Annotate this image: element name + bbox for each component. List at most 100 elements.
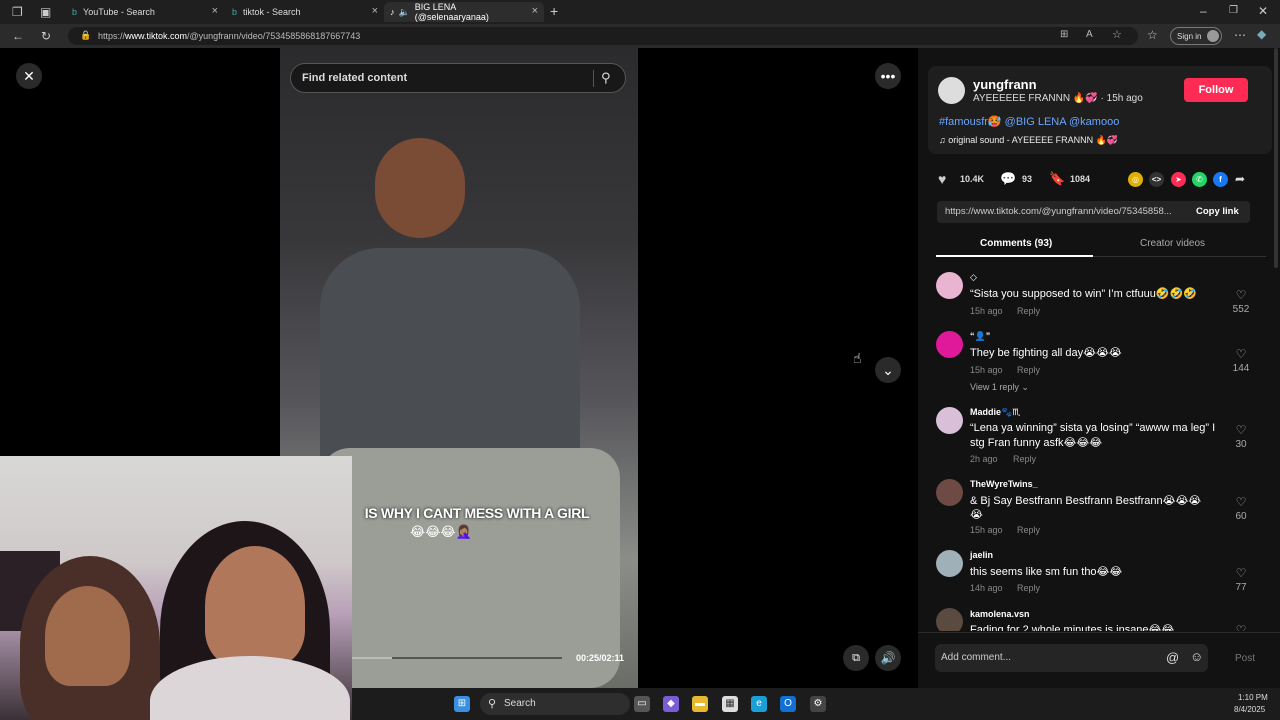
close-tab-icon[interactable]: × xyxy=(212,5,218,17)
tab-tiktok-search[interactable]: b tiktok - Search × xyxy=(226,2,384,22)
comment-input[interactable]: Add comment... @ ☺ xyxy=(935,644,1208,672)
copilot-icon[interactable]: ◆ xyxy=(663,696,679,712)
minimize-icon[interactable]: – xyxy=(1200,5,1207,17)
heart-icon[interactable]: ♡ xyxy=(1231,288,1251,302)
volume-button[interactable]: 🔊 xyxy=(875,645,901,671)
favorite-icon[interactable]: ☆ xyxy=(1112,28,1122,41)
tab-tiktok-video[interactable]: ♪ 🔈 BIG LENA (@selenaaryanaa) × xyxy=(384,2,544,22)
like-count: 10.4K xyxy=(960,174,985,184)
comment-reply-button[interactable]: Reply xyxy=(1017,365,1040,375)
comment-reply-button[interactable]: Reply xyxy=(1017,583,1040,593)
comment-username[interactable]: Maddie🐾♏ xyxy=(970,407,1020,418)
close-player-button[interactable]: ✕ xyxy=(16,63,42,89)
creator-subline: AYEEEEEE FRANNN 🔥💞 · 15h ago xyxy=(973,93,1143,104)
heart-icon[interactable]: ♡ xyxy=(1231,423,1251,437)
scrollbar[interactable] xyxy=(1274,48,1278,268)
comment-like-count: 552 xyxy=(1232,304,1250,315)
back-icon[interactable]: ← xyxy=(12,30,24,42)
comment-username[interactable]: kamolena.vsn xyxy=(970,609,1030,619)
store-icon[interactable]: ▦ xyxy=(722,696,738,712)
refresh-icon[interactable]: ↻ xyxy=(41,30,51,42)
comment-avatar[interactable] xyxy=(936,608,963,631)
maximize-icon[interactable]: ❐ xyxy=(1229,5,1238,17)
comment-text: this seems like sm fun tho😂😂 xyxy=(970,566,1123,578)
edge-icon[interactable]: e xyxy=(751,696,767,712)
creator-avatar[interactable] xyxy=(938,77,965,104)
post-hashtags[interactable]: #famousfr🥵 @BIG LENA @kamooo xyxy=(939,115,1119,128)
bookmark-icon[interactable]: 🔖 xyxy=(1049,171,1065,187)
comment-avatar[interactable] xyxy=(936,550,963,577)
gift-icon[interactable]: ◎ xyxy=(1128,172,1143,187)
audio-playing-icon[interactable]: 🔈 xyxy=(399,7,410,18)
video-progress-fill xyxy=(352,657,392,659)
share-icon[interactable]: ➦ xyxy=(1235,172,1245,186)
comments-list: ◇ “Sista you supposed to win” I’m ctfuuu… xyxy=(918,261,1280,631)
heart-icon[interactable]: ♥ xyxy=(938,171,946,187)
video-caption-emoji: 😂😂😂🤦🏽‍♀️ xyxy=(410,524,472,539)
read-aloud-icon[interactable]: A xyxy=(1086,29,1093,40)
tab-comments[interactable]: Comments (93) xyxy=(980,238,1052,249)
post-sound[interactable]: ♫ original sound - AYEEEEE FRANNN 🔥💞 xyxy=(939,135,1118,146)
comment-reply-button[interactable]: Reply xyxy=(1017,525,1040,535)
embed-icon[interactable]: <> xyxy=(1149,172,1164,187)
windows-icon[interactable]: ⊞ xyxy=(454,696,470,712)
copilot-icon[interactable]: ◆ xyxy=(1257,28,1266,40)
comment-username[interactable]: TheWyreTwins_ xyxy=(970,479,1038,489)
video-caption: IS WHY I CANT MESS WITH A GIRL xyxy=(364,505,590,521)
active-tab-underline xyxy=(936,255,1093,257)
comment-reply-button[interactable]: Reply xyxy=(1013,454,1036,464)
emoji-icon[interactable]: ☺ xyxy=(1190,649,1203,664)
comment-username[interactable]: “👤” xyxy=(970,331,990,342)
file-explorer-icon[interactable]: ▬ xyxy=(692,696,708,712)
outlook-icon[interactable]: O xyxy=(780,696,796,712)
tiktok-icon: ♪ xyxy=(390,7,395,17)
more-options-button[interactable]: ••• xyxy=(875,63,901,89)
facebook-icon[interactable]: f xyxy=(1213,172,1228,187)
creator-username[interactable]: yungfrann xyxy=(973,77,1037,92)
comment-avatar[interactable] xyxy=(936,479,963,506)
heart-icon[interactable]: ♡ xyxy=(1231,495,1251,509)
windows-taskbar: ⊞ ⚲ Search ▭ ◆ ▬ ▦ e O ⚙ 1:10 PM 8/4/202… xyxy=(352,688,1280,720)
favorites-icon[interactable]: ☆ xyxy=(1147,29,1158,41)
heart-icon[interactable]: ♡ xyxy=(1231,347,1251,361)
at-icon[interactable]: @ xyxy=(1166,650,1179,665)
comment-text: Fading for 2 whole minutes is insane😂😂 xyxy=(970,624,1175,631)
comment-icon[interactable]: 💬 xyxy=(1000,171,1016,187)
whatsapp-icon[interactable]: ✆ xyxy=(1192,172,1207,187)
tab-actions-icon[interactable]: ▣ xyxy=(40,6,51,18)
comment-avatar[interactable] xyxy=(936,331,963,358)
comment-avatar[interactable] xyxy=(936,407,963,434)
next-video-button[interactable]: ⌄ xyxy=(875,357,901,383)
close-tab-icon[interactable]: × xyxy=(532,5,538,17)
signin-label: Sign in xyxy=(1177,32,1202,41)
comment-reply-button[interactable]: Reply xyxy=(1017,306,1040,316)
tab-creator-videos[interactable]: Creator videos xyxy=(1140,238,1205,249)
comment-username[interactable]: ◇ xyxy=(970,272,977,283)
video-progress-bar[interactable] xyxy=(352,657,562,659)
search-icon[interactable]: ⚲ xyxy=(601,70,611,86)
close-tab-icon[interactable]: × xyxy=(372,5,378,17)
app-icon[interactable]: ⚙ xyxy=(810,696,826,712)
find-related-search[interactable]: Find related content ⚲ xyxy=(290,63,626,93)
tab-youtube-search[interactable]: b YouTube - Search × xyxy=(66,2,224,22)
follow-button[interactable]: Follow xyxy=(1184,78,1248,102)
comment-username[interactable]: jaelin xyxy=(970,550,993,560)
new-tab-icon[interactable]: + xyxy=(550,4,558,18)
comment-avatar[interactable] xyxy=(936,272,963,299)
heart-icon[interactable]: ♡ xyxy=(1231,623,1251,631)
heart-icon[interactable]: ♡ xyxy=(1231,566,1251,580)
close-window-icon[interactable]: ✕ xyxy=(1258,5,1268,17)
workspaces-icon[interactable]: ❐ xyxy=(12,6,23,18)
app-available-icon[interactable]: ⊞ xyxy=(1060,29,1068,40)
url-field[interactable]: 🔒 https://www.tiktok.com/@yungfrann/vide… xyxy=(68,27,1138,45)
view-replies-button[interactable]: View 1 reply ⌄ xyxy=(970,382,1029,393)
copy-link-button[interactable]: Copy link xyxy=(1196,206,1239,217)
task-view-icon[interactable]: ▭ xyxy=(634,696,650,712)
post-comment-button[interactable]: Post xyxy=(1235,653,1255,664)
bing-icon: b xyxy=(72,7,78,17)
pip-button[interactable]: ⧉ xyxy=(843,645,869,671)
taskbar-search[interactable]: ⚲ Search xyxy=(480,693,630,715)
more-icon[interactable]: ⋯ xyxy=(1234,29,1246,41)
signin-button[interactable]: Sign in xyxy=(1170,27,1222,45)
send-icon[interactable]: ➤ xyxy=(1171,172,1186,187)
